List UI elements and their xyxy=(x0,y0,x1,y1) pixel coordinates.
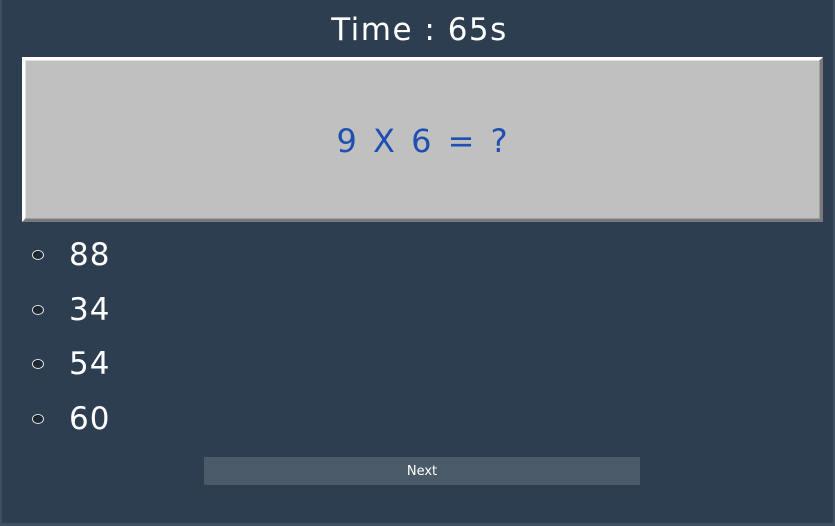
question-text: 9 X 6 = ? xyxy=(336,121,511,160)
next-button[interactable]: Next xyxy=(204,457,640,485)
answer-option-1[interactable]: 88 xyxy=(28,235,110,275)
quiz-window: Time : 65s 9 X 6 = ? 88 34 54 60 Next xyxy=(0,0,835,526)
radio-button[interactable] xyxy=(32,250,44,260)
answer-option-label: 88 xyxy=(69,237,111,273)
answer-option-label: 60 xyxy=(69,401,111,437)
radio-button[interactable] xyxy=(32,359,44,369)
radio-button[interactable] xyxy=(32,305,44,315)
radio-button[interactable] xyxy=(32,414,44,424)
answer-option-label: 54 xyxy=(69,346,111,382)
timer-label: Time : 65s xyxy=(331,12,508,48)
answer-option-2[interactable]: 34 xyxy=(28,290,110,330)
answer-option-4[interactable]: 60 xyxy=(28,399,110,439)
answer-option-3[interactable]: 54 xyxy=(28,344,110,384)
answer-option-label: 34 xyxy=(69,292,111,328)
question-panel: 9 X 6 = ? xyxy=(22,57,823,222)
